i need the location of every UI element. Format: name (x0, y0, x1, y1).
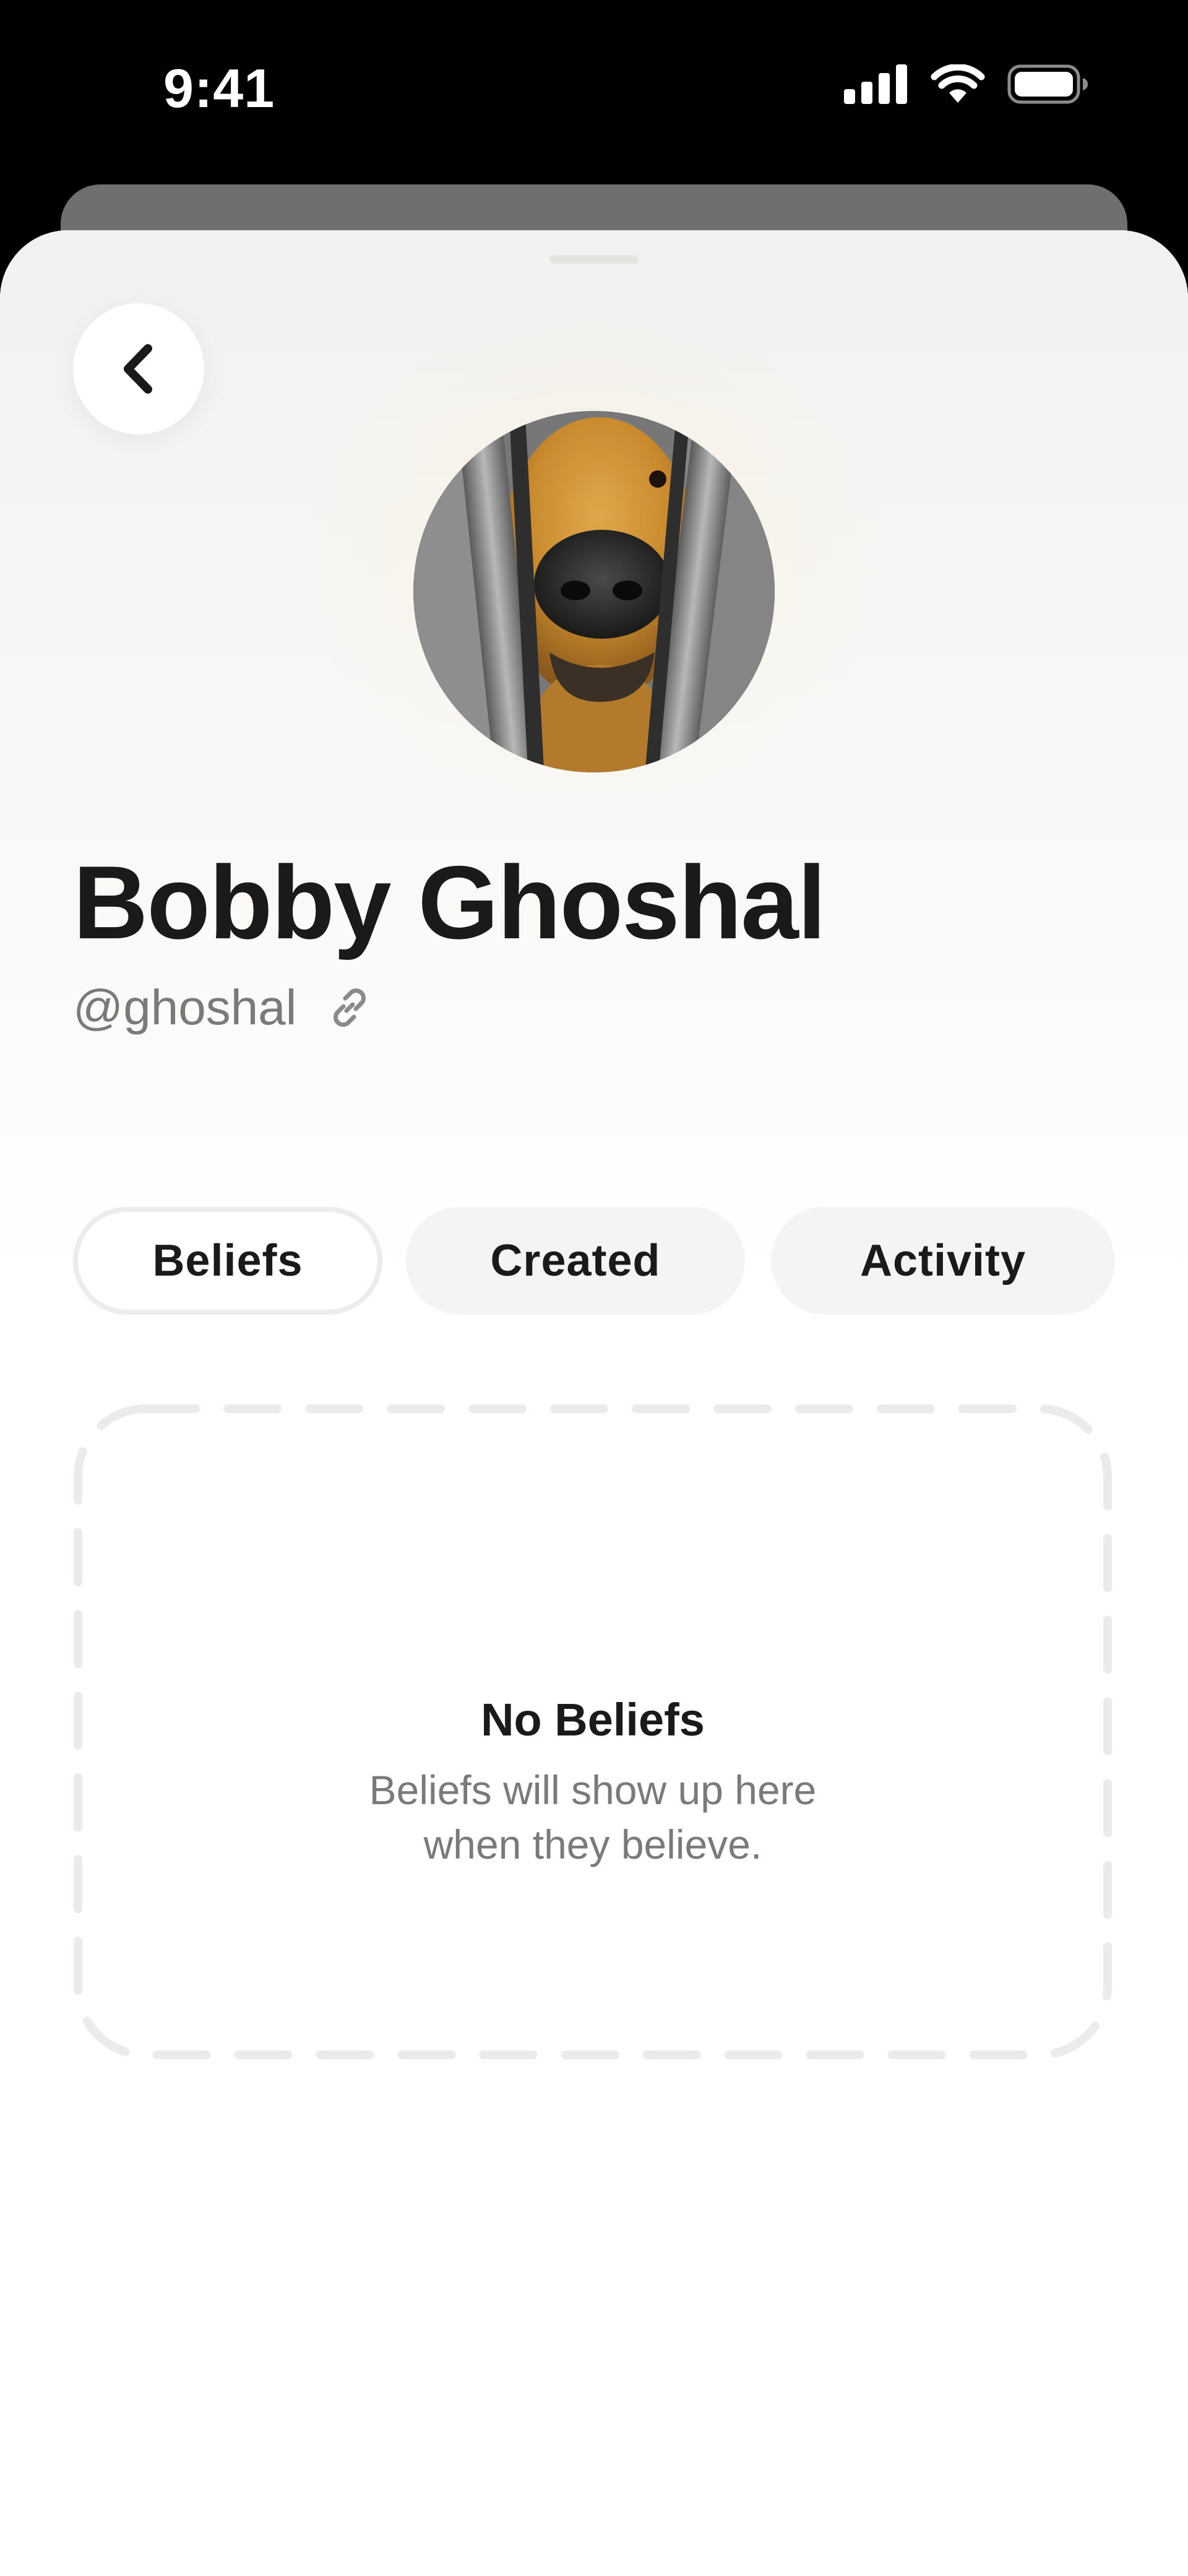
empty-state-line-1: Beliefs will show up here (369, 1767, 817, 1813)
profile-handle: @ghoshal (73, 980, 297, 1035)
tab-activity[interactable]: Activity (771, 1207, 1115, 1315)
empty-state-card: No Beliefs Beliefs will show up here whe… (73, 1404, 1113, 2060)
tab-beliefs[interactable]: Beliefs (73, 1207, 382, 1315)
empty-state-title: No Beliefs (481, 1694, 705, 1745)
status-icons (844, 64, 1089, 104)
battery-icon (1007, 64, 1088, 104)
profile-tabs: Beliefs Created Activity (73, 1207, 1115, 1315)
sheet-grabber[interactable] (549, 255, 639, 264)
handle-row: @ghoshal (73, 979, 372, 1036)
profile-sheet: Bobby Ghoshal @ghoshal Beliefs Created A… (0, 230, 1188, 2576)
profile-screen: 9:41 Bobby Ghoshal @ghoshal Beliefs Crea… (0, 0, 1188, 2576)
back-button[interactable] (73, 303, 204, 434)
empty-state-line-2: when they believe. (423, 1822, 762, 1867)
cellular-signal-icon (844, 64, 907, 104)
profile-avatar[interactable] (413, 411, 775, 772)
dog-avatar-image (413, 411, 775, 772)
empty-state-description: Beliefs will show up here when they beli… (73, 1763, 1113, 1872)
status-time: 9:41 (163, 58, 275, 119)
status-bar: 9:41 (0, 0, 1188, 179)
link-icon[interactable] (327, 985, 372, 1030)
wifi-icon (931, 64, 985, 103)
profile-name: Bobby Ghoshal (73, 844, 826, 961)
chevron-left-icon (124, 344, 152, 394)
tab-created[interactable]: Created (406, 1207, 745, 1315)
